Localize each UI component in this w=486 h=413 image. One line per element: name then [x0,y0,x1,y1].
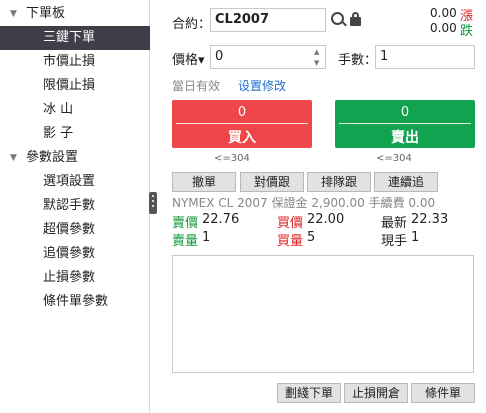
search-icon[interactable] [331,12,344,25]
tree-item-limit-stop[interactable]: 限價止損 [0,74,150,98]
contract-info: NYMEX CL 2007 保證金 2,900.00 手續費 0.00 [172,196,436,210]
ask-price-value: 22.00 [307,212,345,227]
limit-down-value: 0.00 [430,21,457,35]
price-input[interactable]: 0 [210,45,326,69]
buy-hint: <=304 [214,153,250,164]
buy-button[interactable]: 0 買入 [172,100,312,148]
cancel-order-button[interactable]: 撤單 [172,172,236,192]
buy-divider [176,123,308,124]
lock-icon[interactable] [350,12,361,26]
bid-price-label: 賣價 [172,216,199,231]
chevron-down-icon[interactable]: ▼ [10,2,17,26]
volume-label: 現手 [381,234,408,249]
conditional-order-button[interactable]: 條件單 [411,383,475,403]
sell-button[interactable]: 0 賣出 [335,100,475,148]
continuous-chase-button[interactable]: 連續追 [374,172,438,192]
bid-qty-label: 賣量 [172,234,199,249]
tree-item-shadow[interactable]: 影 子 [0,122,150,146]
spin-up-icon[interactable]: ▲ [314,48,319,56]
volume-value: 1 [411,230,420,245]
tree-item-market-stop[interactable]: 市價止損 [0,50,150,74]
buy-label: 買入 [228,130,256,146]
bid-price-value: 22.76 [202,212,240,227]
tree-item-options[interactable]: 選項設置 [0,170,150,194]
sell-label: 賣出 [391,130,419,146]
sell-hint: <=304 [376,153,412,164]
ask-qty-value: 5 [307,230,316,245]
ask-qty-label: 買量 [277,234,304,249]
tree-group-parameters[interactable]: ▼ 參數設置 [0,146,150,170]
buy-qty: 0 [237,105,247,120]
price-type-dropdown[interactable]: 價格▾ [172,49,205,68]
ask-price-label: 買價 [277,216,304,231]
stop-open-button[interactable]: 止損開倉 [344,383,408,403]
line-order-button[interactable]: 劃綫下單 [277,383,341,403]
last-price-value: 22.33 [411,212,449,227]
tree-item-over-price[interactable]: 超價參數 [0,218,150,242]
tree-item-chase-price[interactable]: 追價參數 [0,242,150,266]
validity-text: 當日有效 [172,79,221,93]
splitter-handle[interactable] [149,192,157,214]
spin-down-icon[interactable]: ▼ [314,59,319,67]
tree-item-three-key-order[interactable]: 三鍵下單 [0,26,150,50]
tree-item-stop-loss[interactable]: 止損參數 [0,266,150,290]
contract-input[interactable]: CL2007 [210,8,326,32]
sidebar-tree: ▼ 下單板 三鍵下單 市價止損 限價止損 冰 山 影 子 ▼ 參數設置 選項設置… [0,0,150,413]
last-price-label: 最新 [381,216,408,231]
qty-label: 手數： [338,53,378,68]
settings-link[interactable]: 设置修改 [238,77,286,94]
limit-down-label: 跌 [460,24,474,39]
follow-queue-button[interactable]: 排隊跟 [307,172,371,192]
sell-divider [339,123,471,124]
tree-group-order-board[interactable]: ▼ 下單板 [0,2,150,26]
tree-item-conditional[interactable]: 條件單參數 [0,290,150,314]
limit-up-value: 0.00 [430,6,457,20]
tree-item-default-qty[interactable]: 默認手數 [0,194,150,218]
contract-label: 合約： [172,17,212,32]
bid-qty-value: 1 [202,230,211,245]
order-log-box[interactable] [172,255,474,373]
order-panel: 合約： CL2007 0.00 漲 0.00 跌 價格▾ 0 ▲ ▼ 手數： 1… [158,0,486,413]
qty-input[interactable]: 1 [375,45,475,69]
sell-qty: 0 [400,105,410,120]
tree-item-iceberg[interactable]: 冰 山 [0,98,150,122]
chevron-down-icon[interactable]: ▼ [10,146,17,170]
follow-opposite-button[interactable]: 對價跟 [240,172,304,192]
